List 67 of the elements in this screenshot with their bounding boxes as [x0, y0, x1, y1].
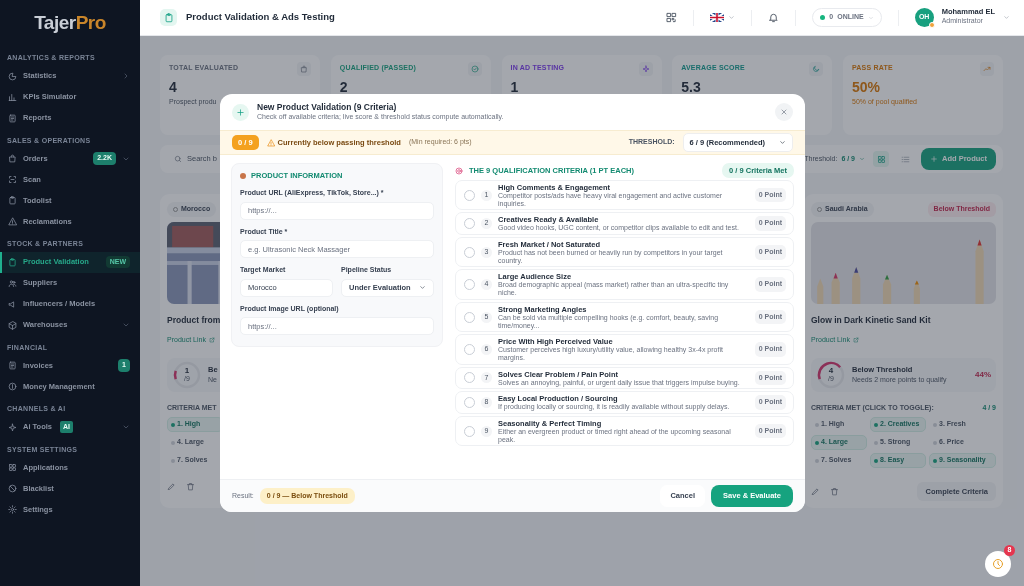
history-button[interactable]	[985, 551, 1011, 577]
warning-icon	[8, 217, 17, 226]
logo-text: Pro	[75, 10, 106, 35]
grid-view-button[interactable]	[873, 151, 889, 167]
trash-icon[interactable]	[186, 482, 195, 492]
plus-icon	[930, 155, 938, 163]
caret-icon[interactable]	[1003, 14, 1010, 21]
external-link-icon	[852, 336, 859, 343]
scan-icon	[8, 175, 17, 184]
caret-icon	[859, 156, 865, 162]
close-icon	[780, 108, 788, 116]
bell-icon[interactable]	[768, 12, 780, 23]
plus-icon	[232, 103, 249, 121]
pencil-icon[interactable]	[811, 487, 820, 497]
block-icon	[8, 484, 17, 493]
stat-value: 50%	[852, 79, 881, 94]
target-icon	[455, 166, 463, 175]
bar-chart-icon	[8, 92, 17, 102]
logo-text: Tajer	[34, 10, 76, 35]
stat-value: 1	[510, 79, 519, 94]
chart-icon	[8, 71, 17, 81]
stat-value: 4	[169, 79, 177, 94]
stat-value: 5.3	[681, 79, 701, 94]
sparkle-icon	[638, 62, 653, 76]
moon-icon	[809, 62, 824, 76]
caret-icon[interactable]	[728, 14, 736, 21]
caret-icon	[779, 139, 786, 146]
score-ring	[172, 359, 202, 390]
list-icon	[900, 154, 910, 164]
status-dot	[820, 15, 826, 20]
document-icon	[8, 113, 17, 123]
score-value: 1	[183, 366, 191, 375]
pencil-icon[interactable]	[167, 482, 176, 492]
sparkle-icon	[8, 422, 17, 432]
bag-icon	[8, 154, 17, 163]
score-percent: 44%	[975, 368, 991, 381]
grid-icon	[876, 154, 886, 164]
external-link-icon	[208, 336, 215, 343]
flag-icon[interactable]	[710, 13, 725, 22]
product-title: Glow in Dark Kinetic Sand Kit	[811, 314, 932, 325]
people-icon	[8, 278, 17, 288]
qr-code-icon[interactable]	[666, 12, 678, 23]
product-title: Product from	[167, 314, 222, 325]
megaphone-icon	[8, 299, 17, 309]
bag-icon	[297, 62, 311, 76]
gear-icon	[8, 505, 17, 514]
clipboard-icon	[8, 196, 17, 205]
section-icon	[240, 172, 246, 179]
grid-icon	[8, 463, 17, 472]
clipboard-icon	[160, 9, 177, 26]
score-value: 4	[827, 366, 835, 375]
status-dot	[928, 22, 935, 28]
page-title: Product Validation & Ads Testing	[186, 10, 335, 25]
caret-icon	[419, 284, 426, 292]
box-icon	[8, 320, 17, 330]
clipboard-icon	[8, 257, 17, 267]
close-button[interactable]	[775, 103, 793, 121]
trash-icon[interactable]	[830, 487, 839, 497]
clock-icon	[992, 558, 1004, 570]
stat-value: 2	[339, 79, 348, 94]
coin-icon	[8, 382, 17, 391]
search-icon	[174, 155, 182, 163]
warning-icon	[266, 138, 275, 147]
score-ring	[816, 359, 846, 390]
modal-title: New Product Validation (9 Criteria)	[257, 101, 398, 112]
document-icon	[8, 361, 17, 370]
trend-icon	[980, 62, 994, 76]
